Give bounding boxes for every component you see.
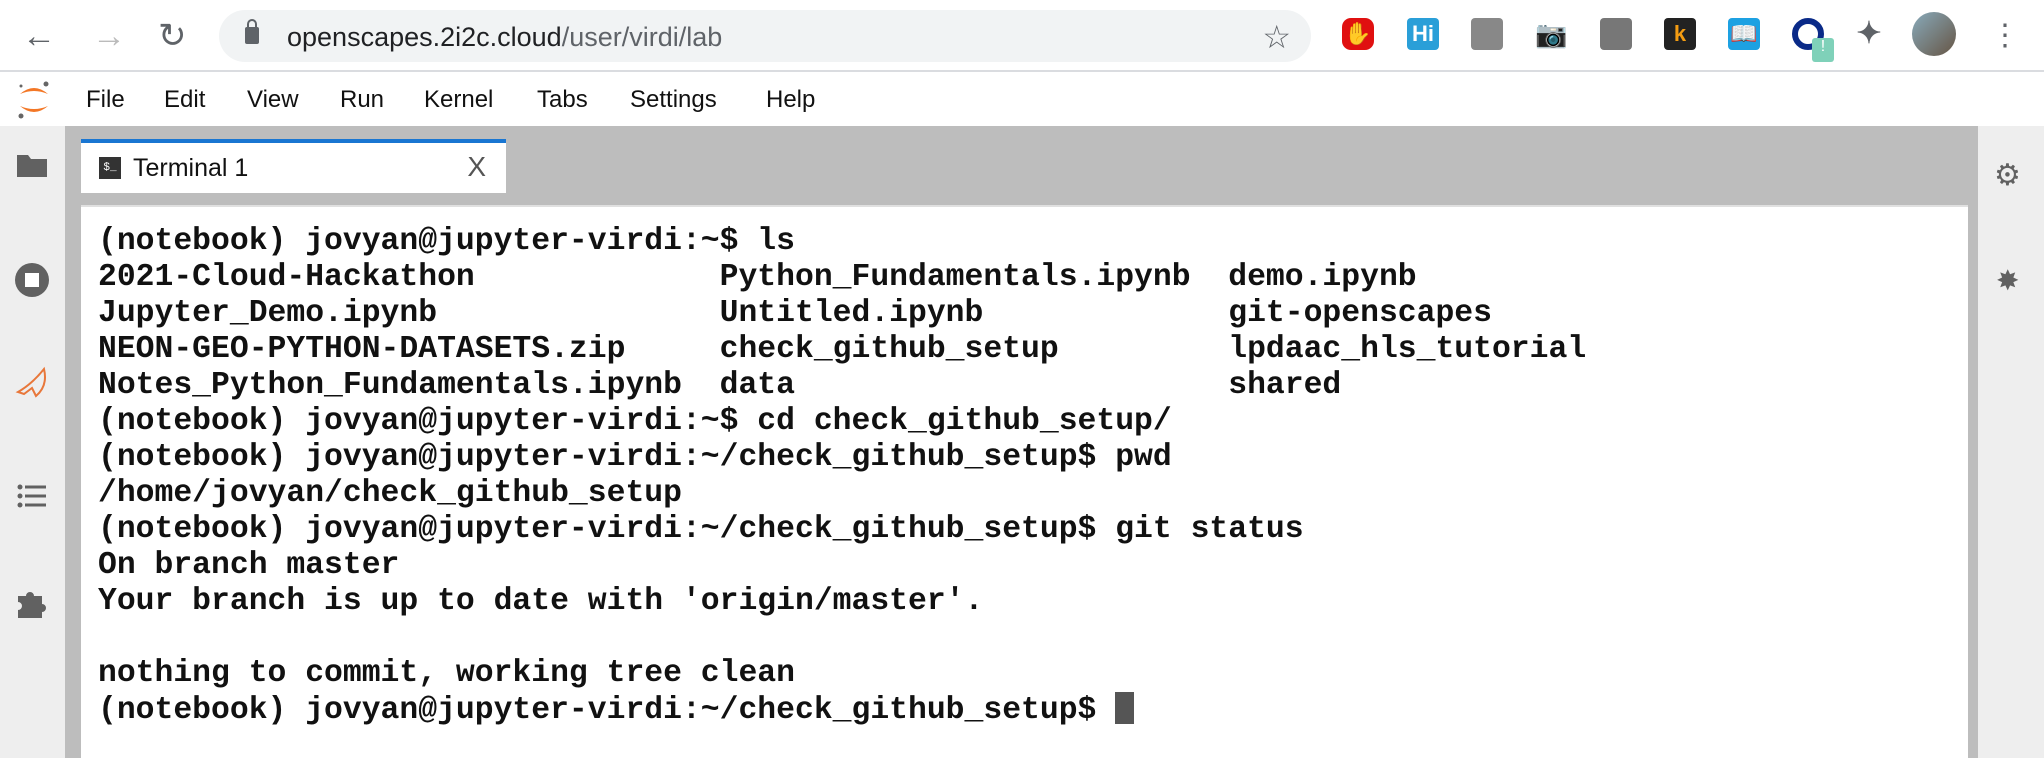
address-bar[interactable]: openscapes.2i2c.cloud/user/virdi/lab ☆ [219,10,1311,62]
terminal-line: (notebook) jovyan@jupyter-virdi:~$ ls [98,224,1586,260]
close-tab-icon[interactable]: X [467,151,486,183]
camera-extension-icon[interactable]: 📷 [1535,18,1567,50]
property-inspector-gears-icon[interactable]: ⚙ [1994,158,2021,193]
right-sidebar: ⚙ ✸ [1978,126,2044,758]
folder-icon[interactable] [14,148,50,184]
reader-extension-icon[interactable]: 📖 [1728,18,1760,50]
terminal-line [98,620,1586,656]
pin-extension-icon[interactable] [1600,18,1632,50]
menu-edit[interactable]: Edit [164,86,205,114]
jupyter-logo-icon [16,80,52,120]
terminal-line: (notebook) jovyan@jupyter-virdi:~/check_… [98,440,1586,476]
extension-manager-puzzle-icon[interactable] [14,584,50,620]
url-text: openscapes.2i2c.cloud/user/virdi/lab [287,22,722,53]
extensions-puzzle-icon[interactable]: ✦ [1853,18,1885,50]
menu-settings[interactable]: Settings [630,86,717,114]
panel-gutter [65,126,81,758]
git-extension-icon[interactable] [14,366,50,402]
menu-help[interactable]: Help [766,86,815,114]
adblock-extension-icon[interactable]: ✋ [1342,18,1374,50]
jupyter-menubar: File Edit View Run Kernel Tabs Settings … [0,72,2044,126]
menu-run[interactable]: Run [340,86,384,114]
url-host: openscapes.2i2c.cloud [287,22,562,52]
menu-kernel[interactable]: Kernel [424,86,493,114]
debugger-bug-icon[interactable]: ✸ [1996,264,2019,297]
bookmark-star-icon[interactable]: ☆ [1262,18,1291,56]
terminal-prompt-line: (notebook) jovyan@jupyter-virdi:~/check_… [98,692,1586,728]
terminal-line: On branch master [98,548,1586,584]
hi-extension-icon[interactable]: Hi [1407,18,1439,50]
terminal-line: NEON-GEO-PYTHON-DATASETS.zip check_githu… [98,332,1586,368]
menu-tabs[interactable]: Tabs [537,86,588,114]
terminal-icon: $_ [99,157,121,179]
terminal-line: 2021-Cloud-Hackathon Python_Fundamentals… [98,260,1586,296]
panel-gutter-right [1968,205,1978,758]
terminal-line: Your branch is up to date with 'origin/m… [98,584,1586,620]
tab-terminal-1[interactable]: $_ Terminal 1 X [81,139,506,193]
table-of-contents-icon[interactable] [14,478,50,514]
terminal-line: nothing to commit, working tree clean [98,656,1586,692]
reload-icon[interactable]: ↻ [158,18,187,54]
lock-icon [245,27,259,44]
terminal-line: /home/jovyan/check_github_setup [98,476,1586,512]
k-extension-icon[interactable]: k [1664,18,1696,50]
terminal-line: Notes_Python_Fundamentals.ipynb data sha… [98,368,1586,404]
menu-view[interactable]: View [247,86,299,114]
image-extension-icon[interactable] [1471,18,1503,50]
profile-avatar[interactable] [1912,12,1956,56]
browser-toolbar: ← → ↻ openscapes.2i2c.cloud/user/virdi/l… [0,0,2044,72]
tab-label: Terminal 1 [133,154,248,183]
url-path: /user/virdi/lab [562,22,723,52]
menu-file[interactable]: File [86,86,125,114]
terminal-line: Jupyter_Demo.ipynb Untitled.ipynb git-op… [98,296,1586,332]
terminal-prompt: (notebook) jovyan@jupyter-virdi:~/check_… [98,693,1115,728]
terminal-line: (notebook) jovyan@jupyter-virdi:~$ cd ch… [98,404,1586,440]
left-sidebar [0,126,65,758]
terminal-line: (notebook) jovyan@jupyter-virdi:~/check_… [98,512,1586,548]
forward-icon[interactable]: → [92,18,126,54]
more-menu-icon[interactable]: ⋮ [1990,18,2020,54]
back-icon[interactable]: ← [22,18,56,54]
terminal-output: (notebook) jovyan@jupyter-virdi:~$ ls202… [98,224,1586,728]
terminal-cursor [1115,692,1134,724]
terminal-panel[interactable]: (notebook) jovyan@jupyter-virdi:~$ ls202… [81,205,1968,758]
running-stop-icon[interactable] [14,262,50,298]
tab-bar: $_ Terminal 1 X [65,126,1978,205]
extension-badge: ! [1812,38,1834,62]
